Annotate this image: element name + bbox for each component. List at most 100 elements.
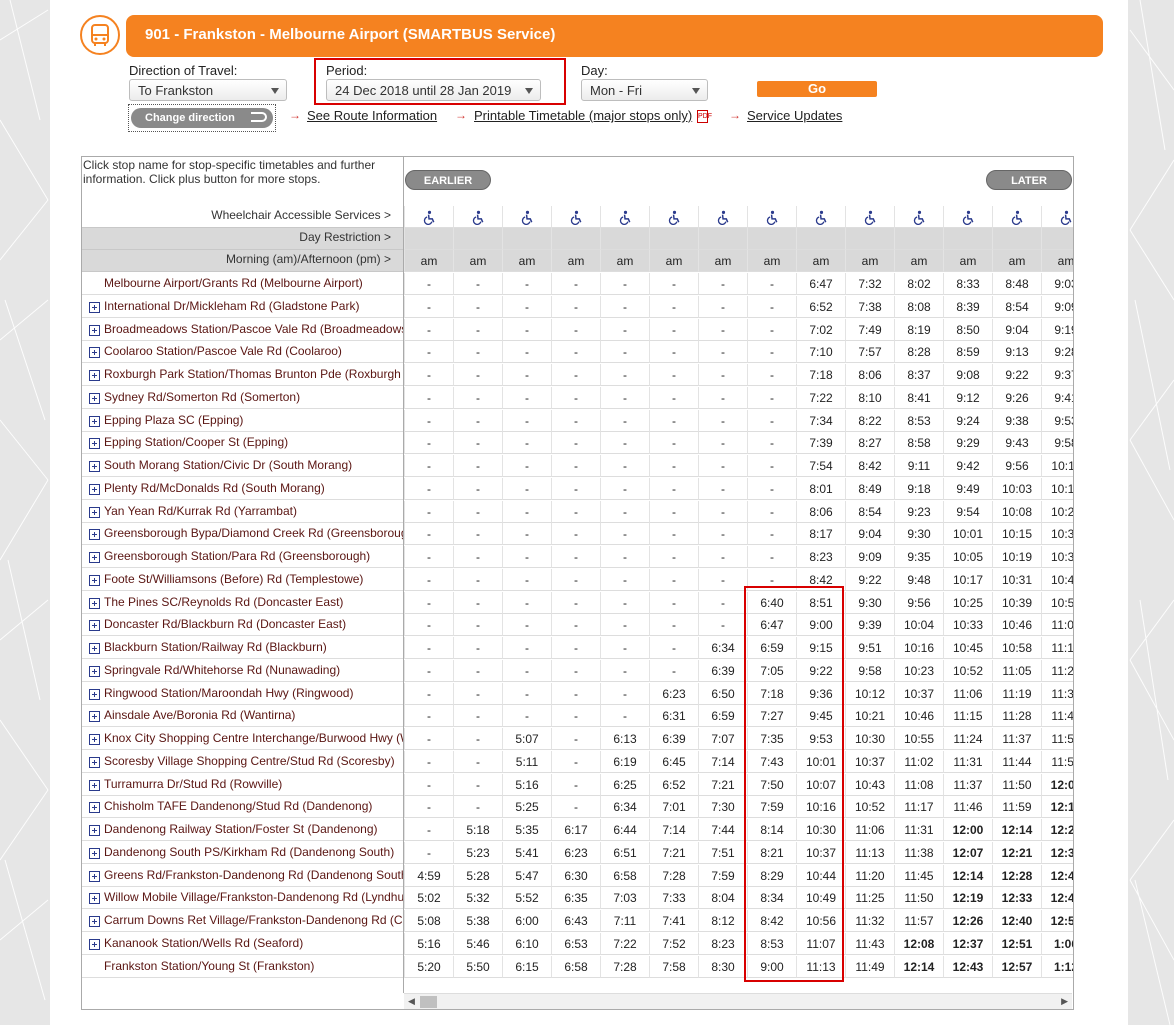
stop-row[interactable]: Epping Plaza SC (Epping) — [82, 410, 403, 432]
scrollbar-thumb[interactable] — [420, 996, 437, 1008]
plus-icon[interactable] — [89, 938, 100, 950]
stop-name-link[interactable]: Greensborough Bypa/Diamond Creek Rd (Gre… — [104, 526, 403, 540]
stop-row[interactable]: Frankston Station/Young St (Frankston) — [82, 956, 403, 978]
plus-icon[interactable] — [89, 529, 100, 541]
stop-name-link[interactable]: Epping Station/Cooper St (Epping) — [104, 435, 288, 449]
stop-name-link[interactable]: Frankston Station/Young St (Frankston) — [104, 959, 314, 973]
plus-icon[interactable] — [89, 324, 100, 336]
stop-row[interactable]: Dandenong South PS/Kirkham Rd (Dandenong… — [82, 842, 403, 864]
stop-name-link[interactable]: Yan Yean Rd/Kurrak Rd (Yarrambat) — [104, 504, 297, 518]
plus-icon[interactable] — [89, 438, 100, 450]
stop-name-link[interactable]: Dandenong Railway Station/Foster St (Dan… — [104, 822, 378, 836]
stop-row[interactable]: Ringwood Station/Maroondah Hwy (Ringwood… — [82, 683, 403, 705]
stop-row[interactable]: Roxburgh Park Station/Thomas Brunton Pde… — [82, 364, 403, 386]
stop-name-link[interactable]: The Pines SC/Reynolds Rd (Doncaster East… — [104, 595, 343, 609]
printable-timetable-link[interactable]: Printable Timetable (major stops only) — [474, 108, 692, 123]
stop-row[interactable]: International Dr/Mickleham Rd (Gladstone… — [82, 296, 403, 318]
plus-icon[interactable] — [89, 734, 100, 745]
plus-icon[interactable] — [89, 301, 100, 313]
plus-icon[interactable] — [89, 643, 100, 654]
plus-icon[interactable] — [89, 825, 100, 836]
stop-name-link[interactable]: Dandenong South PS/Kirkham Rd (Dandenong… — [104, 845, 394, 859]
route-info-link[interactable]: See Route Information — [307, 108, 437, 123]
stop-row[interactable]: Springvale Rd/Whitehorse Rd (Nunawading) — [82, 660, 403, 682]
stop-row[interactable]: Coolaroo Station/Pascoe Vale Rd (Coolaro… — [82, 341, 403, 364]
plus-icon[interactable] — [89, 779, 100, 791]
stop-name-link[interactable]: Coolaroo Station/Pascoe Vale Rd (Coolaro… — [104, 344, 342, 358]
plus-icon[interactable] — [89, 893, 100, 905]
stop-row[interactable]: Blackburn Station/Railway Rd (Blackburn) — [82, 637, 403, 659]
stop-name-link[interactable]: Scoresby Village Shopping Centre/Stud Rd… — [104, 754, 395, 768]
stop-name-link[interactable]: Greens Rd/Frankston-Dandenong Rd (Danden… — [104, 868, 403, 882]
stop-name-link[interactable]: Melbourne Airport/Grants Rd (Melbourne A… — [104, 276, 363, 290]
stop-name-link[interactable]: Kananook Station/Wells Rd (Seaford) — [104, 936, 303, 950]
stop-row[interactable]: Broadmeadows Station/Pascoe Vale Rd (Bro… — [82, 319, 403, 341]
stop-row[interactable]: Melbourne Airport/Grants Rd (Melbourne A… — [82, 273, 403, 295]
stop-row[interactable]: Plenty Rd/McDonalds Rd (South Morang) — [82, 478, 403, 500]
stop-row[interactable]: Greensborough Bypa/Diamond Creek Rd (Gre… — [82, 523, 403, 546]
stop-name-link[interactable]: Blackburn Station/Railway Rd (Blackburn) — [104, 640, 327, 654]
service-updates-link[interactable]: Service Updates — [747, 108, 842, 123]
stop-name-link[interactable]: Sydney Rd/Somerton Rd (Somerton) — [104, 390, 300, 404]
plus-icon[interactable] — [89, 688, 100, 700]
stop-row[interactable]: South Morang Station/Civic Dr (South Mor… — [82, 455, 403, 477]
plus-icon[interactable] — [89, 756, 100, 768]
stop-row[interactable]: Doncaster Rd/Blackburn Rd (Doncaster Eas… — [82, 614, 403, 637]
stop-row[interactable]: Willow Mobile Village/Frankston-Dandenon… — [82, 887, 403, 910]
stop-row[interactable]: Knox City Shopping Centre Interchange/Bu… — [82, 728, 403, 750]
earlier-button[interactable]: EARLIER — [405, 170, 491, 190]
later-button[interactable]: LATER — [986, 170, 1072, 190]
plus-icon[interactable] — [89, 620, 100, 632]
stop-name-link[interactable]: Chisholm TAFE Dandenong/Stud Rd (Dandeno… — [104, 799, 372, 813]
plus-icon[interactable] — [89, 665, 100, 677]
plus-icon[interactable] — [89, 711, 100, 723]
direction-select[interactable]: To Frankston — [129, 79, 287, 101]
stop-row[interactable]: The Pines SC/Reynolds Rd (Doncaster East… — [82, 592, 403, 614]
stop-name-link[interactable]: Roxburgh Park Station/Thomas Brunton Pde… — [104, 367, 403, 381]
day-select[interactable]: Mon - Fri — [581, 79, 708, 101]
stop-row[interactable]: Kananook Station/Wells Rd (Seaford) — [82, 933, 403, 955]
stop-name-link[interactable]: Willow Mobile Village/Frankston-Dandenon… — [104, 890, 403, 904]
go-button[interactable]: Go — [757, 81, 877, 97]
stop-row[interactable]: Dandenong Railway Station/Foster St (Dan… — [82, 819, 403, 841]
stop-row[interactable]: Ainsdale Ave/Boronia Rd (Wantirna) — [82, 705, 403, 728]
stop-name-link[interactable]: Knox City Shopping Centre Interchange/Bu… — [104, 731, 403, 745]
stop-row[interactable]: Chisholm TAFE Dandenong/Stud Rd (Dandeno… — [82, 796, 403, 819]
plus-icon[interactable] — [89, 916, 100, 927]
stop-name-link[interactable]: Greensborough Station/Para Rd (Greensbor… — [104, 549, 370, 563]
plus-icon[interactable] — [89, 552, 100, 563]
horizontal-scrollbar[interactable]: ◀ ▶ — [404, 993, 1072, 1009]
plus-icon[interactable] — [89, 506, 100, 518]
change-direction-button[interactable]: Change direction — [131, 108, 273, 128]
plus-icon[interactable] — [89, 370, 100, 381]
stop-row[interactable]: Sydney Rd/Somerton Rd (Somerton) — [82, 387, 403, 409]
plus-icon[interactable] — [89, 392, 100, 404]
plus-icon[interactable] — [89, 847, 100, 859]
stop-name-link[interactable]: Doncaster Rd/Blackburn Rd (Doncaster Eas… — [104, 617, 346, 631]
stop-row[interactable]: Foote St/Williamsons (Before) Rd (Temple… — [82, 569, 403, 591]
plus-icon[interactable] — [89, 483, 100, 495]
stop-name-link[interactable]: Carrum Downs Ret Village/Frankston-Dande… — [104, 913, 403, 927]
stop-row[interactable]: Greensborough Station/Para Rd (Greensbor… — [82, 546, 403, 568]
plus-icon[interactable] — [89, 347, 100, 359]
plus-icon[interactable] — [89, 415, 100, 427]
stop-row[interactable]: Carrum Downs Ret Village/Frankston-Dande… — [82, 910, 403, 932]
plus-icon[interactable] — [89, 574, 100, 586]
stop-name-link[interactable]: Epping Plaza SC (Epping) — [104, 413, 243, 427]
stop-name-link[interactable]: Ainsdale Ave/Boronia Rd (Wantirna) — [104, 708, 295, 722]
plus-icon[interactable] — [89, 597, 100, 609]
plus-icon[interactable] — [89, 870, 100, 882]
stop-name-link[interactable]: Ringwood Station/Maroondah Hwy (Ringwood… — [104, 686, 353, 700]
plus-icon[interactable] — [89, 802, 100, 814]
stop-name-link[interactable]: Turramurra Dr/Stud Rd (Rowville) — [104, 777, 282, 791]
stop-name-link[interactable]: Foote St/Williamsons (Before) Rd (Temple… — [104, 572, 363, 586]
stop-row[interactable]: Scoresby Village Shopping Centre/Stud Rd… — [82, 751, 403, 773]
stop-row[interactable]: Yan Yean Rd/Kurrak Rd (Yarrambat) — [82, 501, 403, 523]
stop-name-link[interactable]: South Morang Station/Civic Dr (South Mor… — [104, 458, 352, 472]
stop-name-link[interactable]: International Dr/Mickleham Rd (Gladstone… — [104, 299, 359, 313]
stop-row[interactable]: Turramurra Dr/Stud Rd (Rowville) — [82, 774, 403, 796]
stop-row[interactable]: Greens Rd/Frankston-Dandenong Rd (Danden… — [82, 865, 403, 887]
plus-icon[interactable] — [89, 461, 100, 472]
stop-name-link[interactable]: Broadmeadows Station/Pascoe Vale Rd (Bro… — [104, 322, 403, 336]
stop-name-link[interactable]: Plenty Rd/McDonalds Rd (South Morang) — [104, 481, 325, 495]
